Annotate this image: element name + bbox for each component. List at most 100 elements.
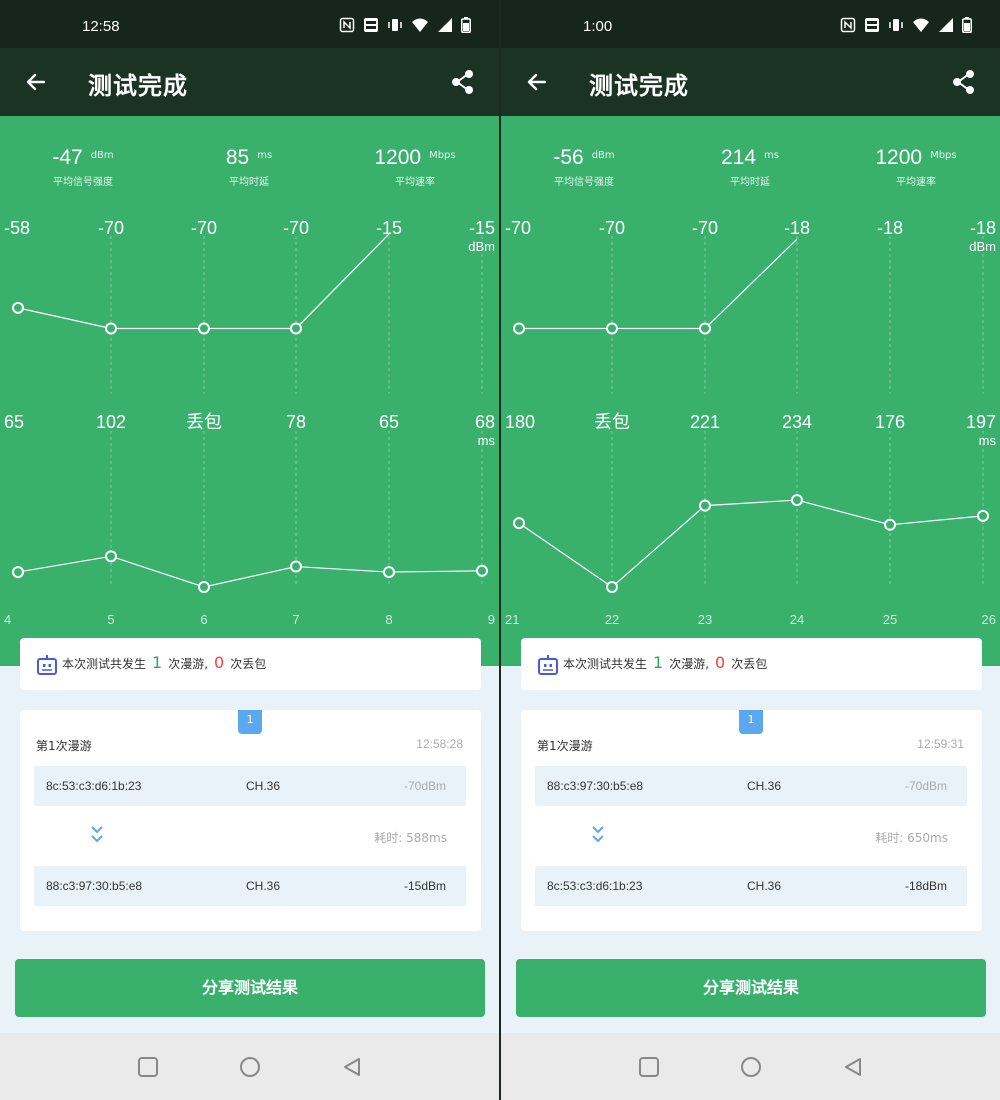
signal-point [513,322,525,335]
ap-signal: -18dBm [904,879,947,893]
signal-line [519,238,798,330]
summary-suffix: 次丢包 [731,657,768,671]
share-icon[interactable] [950,68,978,96]
x-tick-label: 7 [292,612,299,627]
roam-count: 1 [653,653,664,672]
signal-value-label: -70 [599,218,625,238]
ap-from-row: 88:c3:97:30:b5:e8 CH.36 -70dBm [535,766,967,806]
x-tick-label: 26 [982,612,996,627]
latency-value-label: 197 [966,412,996,432]
home-circle-icon[interactable] [239,1056,261,1078]
x-tick-label: 9 [488,612,495,627]
ap-mac: 88:c3:97:30:b5:e8 [547,779,644,793]
ap-channel: CH.36 [246,779,281,793]
signal-value-label: -15 [469,218,495,238]
summary-card: 本次测试共发生 1 次漫游, 0 次丢包 [20,638,481,690]
roam-tag: 1 [739,710,763,734]
double-chevron-down-icon [90,825,104,851]
latency-value-label: 65 [379,412,399,432]
roam-count: 1 [152,653,163,672]
latency-point [290,560,302,573]
signal-point [198,322,210,335]
signal-point [699,322,711,335]
x-tick-label: 5 [107,612,114,627]
ap-channel: CH.36 [246,879,281,893]
latency-point [606,581,618,593]
ap-mac: 8c:53:c3:d6:1b:23 [46,779,142,793]
ap-channel: CH.36 [747,779,782,793]
signal-value-label: -18 [970,218,996,238]
latency-unit-label: ms [979,433,997,448]
summary-card: 本次测试共发生 1 次漫游, 0 次丢包 [521,638,982,690]
share-results-button[interactable]: 分享测试结果 [15,959,485,1017]
share-results-button[interactable]: 分享测试结果 [516,959,986,1017]
summary-suffix: 次丢包 [230,657,267,671]
back-arrow-icon[interactable] [523,68,551,96]
summary-prefix: 本次测试共发生 [62,657,147,671]
phone-screen-left: 12:58 测试完成 -47 dBm 平均信号强度 85 ms 平均时延 120… [0,0,499,1100]
signal-value-label: -18 [877,218,903,238]
signal-value-label: -70 [283,218,309,238]
latency-value-label: 176 [875,412,905,432]
share-icon[interactable] [449,68,477,96]
signal-value-label: -70 [191,218,217,238]
ap-to-row: 8c:53:c3:d6:1b:23 CH.36 -18dBm [535,866,967,906]
page-title: 测试完成 [88,72,188,100]
signal-value-label: -58 [4,218,30,238]
signal-value-label: -15 [376,218,402,238]
back-triangle-icon[interactable] [842,1056,864,1078]
summary-text: 本次测试共发生 1 次漫游, 0 次丢包 [563,653,767,672]
x-tick-label: 6 [200,612,207,627]
summary-prefix: 本次测试共发生 [563,657,648,671]
signal-icon [938,17,954,33]
latency-value-label: 丢包 [186,412,222,432]
latency-value-label: 234 [782,412,812,432]
latency-value-label: 221 [690,412,720,432]
volte-icon [864,17,880,33]
signal-value-label: -70 [692,218,718,238]
status-time: 1:00 [583,18,613,35]
signal-point [290,322,302,335]
x-tick-label: 24 [790,612,804,627]
latency-unit-label: ms [478,433,496,448]
latency-value-label: 180 [505,412,535,432]
signal-point [105,322,117,335]
signal-value-label: -70 [505,218,531,238]
back-triangle-icon[interactable] [341,1056,363,1078]
double-chevron-down-icon [591,825,605,851]
nfc-icon [840,17,856,33]
wifi-icon [411,17,429,33]
signal-icon [437,17,453,33]
home-circle-icon[interactable] [740,1056,762,1078]
latency-point [476,564,488,577]
latency-value-label: 丢包 [594,412,630,432]
signal-value-label: -70 [98,218,124,238]
recents-square-icon[interactable] [638,1056,660,1078]
latency-point [977,509,989,522]
battery-icon [461,17,471,33]
roam-duration: 耗时: 588ms [374,831,447,845]
x-tick-label: 22 [605,612,619,627]
roam-title: 第1次漫游 [537,739,593,753]
latency-point [383,566,395,579]
test-chart: -70 -70 -70 -18 -18 -18dBm180 丢包 221 234 176 197ms… [505,218,997,627]
latency-point [513,517,525,530]
back-arrow-icon[interactable] [22,68,50,96]
latency-point [699,499,711,512]
wifi-icon [912,17,930,33]
latency-point [884,518,896,531]
latency-point [791,494,803,507]
nav-bar [501,1033,1000,1100]
roam-duration: 耗时: 650ms [875,831,948,845]
phone-screen-right: 1:00 测试完成 -56 dBm 平均信号强度 214 ms 平均时延 120… [501,0,1000,1100]
battery-icon [962,17,972,33]
latency-value-label: 65 [4,412,24,432]
status-time: 12:58 [82,18,120,35]
app-bar: 测试完成 [0,48,499,116]
vibrate-icon [888,17,904,33]
recents-square-icon[interactable] [137,1056,159,1078]
signal-unit-label: dBm [468,239,495,254]
roam-title: 第1次漫游 [36,739,92,753]
summary-text: 本次测试共发生 1 次漫游, 0 次丢包 [62,653,266,672]
latency-line [17,555,483,588]
